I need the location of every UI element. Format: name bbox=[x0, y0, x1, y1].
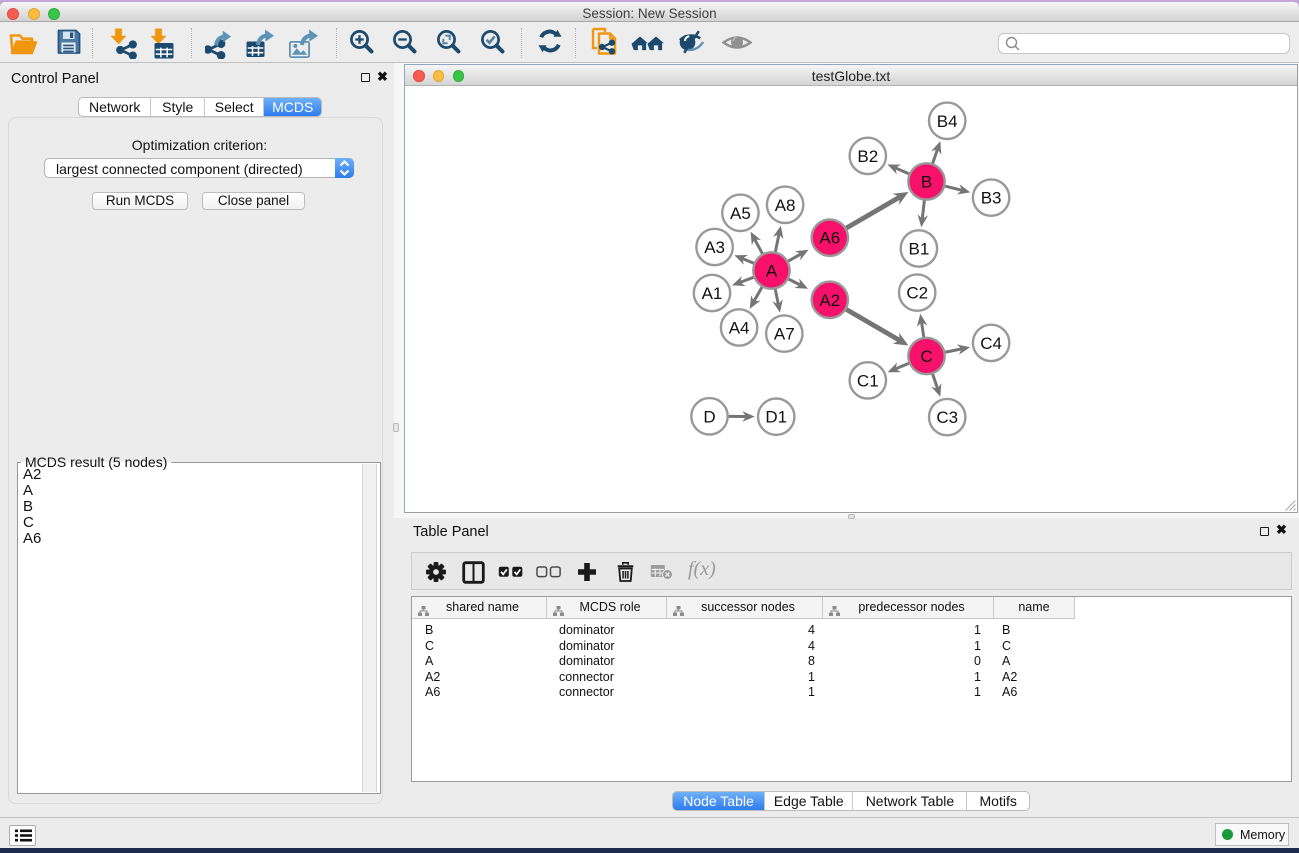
svg-text:C1: C1 bbox=[857, 371, 879, 390]
svg-text:B2: B2 bbox=[857, 147, 878, 166]
svg-text:B4: B4 bbox=[937, 112, 958, 131]
svg-text:D1: D1 bbox=[765, 408, 787, 427]
svg-text:C: C bbox=[920, 347, 932, 366]
svg-text:B: B bbox=[921, 173, 932, 192]
svg-text:A: A bbox=[766, 262, 778, 281]
svg-text:A7: A7 bbox=[774, 325, 795, 344]
svg-text:C2: C2 bbox=[906, 284, 928, 303]
svg-text:A1: A1 bbox=[702, 284, 723, 303]
svg-text:D: D bbox=[703, 407, 715, 426]
svg-text:C3: C3 bbox=[936, 408, 958, 427]
svg-text:A5: A5 bbox=[730, 204, 751, 223]
svg-text:B1: B1 bbox=[909, 240, 930, 259]
svg-text:A3: A3 bbox=[704, 238, 725, 257]
svg-text:A4: A4 bbox=[729, 319, 750, 338]
svg-text:B3: B3 bbox=[981, 189, 1002, 208]
svg-text:C4: C4 bbox=[980, 334, 1002, 353]
svg-text:A8: A8 bbox=[775, 196, 796, 215]
svg-text:A6: A6 bbox=[819, 229, 840, 248]
svg-text:A2: A2 bbox=[819, 291, 840, 310]
